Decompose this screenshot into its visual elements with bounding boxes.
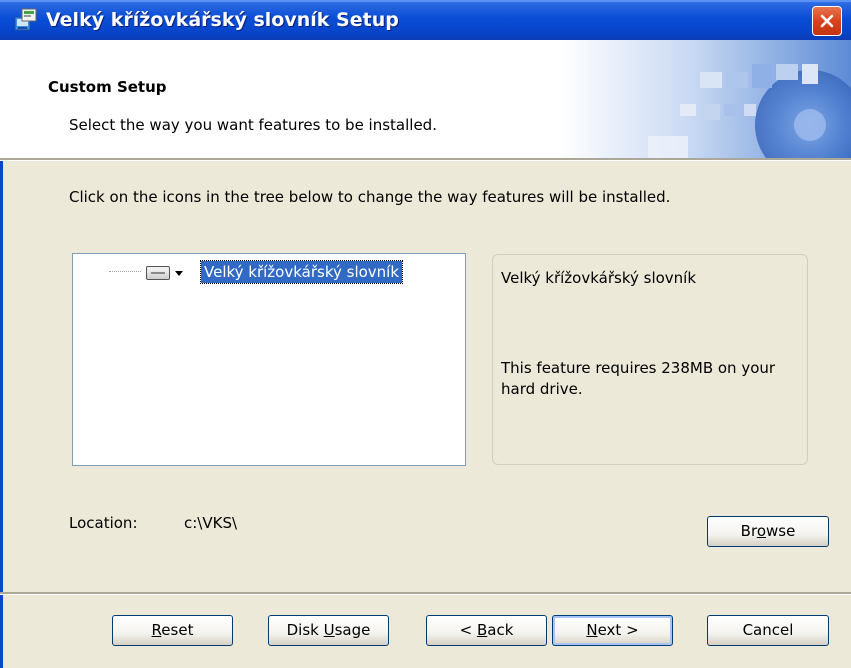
back-button[interactable]: < Back [426, 615, 547, 646]
browse-button[interactable]: Browse [707, 516, 829, 547]
back-label-accel: B [476, 621, 488, 639]
drive-icon [146, 266, 170, 280]
banner: Custom Setup Select the way you want fea… [0, 40, 851, 158]
setup-window: Velký křížovkářský slovník Setup Custom … [0, 0, 851, 668]
instruction-text: Click on the icons in the tree below to … [69, 188, 671, 206]
installer-icon [14, 8, 37, 31]
window-title: Velký křížovkářský slovník Setup [46, 9, 399, 31]
location-label: Location: [69, 514, 138, 532]
disk-usage-label-post: sage [334, 621, 371, 639]
banner-graphic [560, 40, 851, 158]
tree-connector [109, 271, 141, 272]
location-value: c:\VKS\ [184, 514, 238, 532]
page-heading: Custom Setup [48, 78, 167, 96]
cancel-button[interactable]: Cancel [707, 615, 829, 646]
browse-label-pre: Br [740, 522, 757, 540]
back-label-pre: < [459, 621, 477, 639]
tree-item-label[interactable]: Velký křížovkářský slovník [199, 260, 404, 284]
reset-label-accel: R [151, 621, 162, 639]
disk-usage-label-pre: Disk [286, 621, 324, 639]
reset-button[interactable]: Reset [112, 615, 233, 646]
next-label-accel: N [586, 621, 598, 639]
feature-tree[interactable]: Velký křížovkářský slovník [72, 253, 466, 466]
disk-usage-label-accel: U [323, 621, 335, 639]
title-bar[interactable]: Velký křížovkářský slovník Setup [0, 0, 851, 40]
close-button[interactable] [812, 6, 842, 36]
feature-state-dropdown[interactable] [142, 262, 196, 284]
browse-label-accel: o [756, 522, 766, 540]
footer-divider [0, 592, 851, 595]
close-icon [820, 14, 834, 28]
next-label-post: ext > [597, 621, 639, 639]
disk-usage-button[interactable]: Disk Usage [268, 615, 389, 646]
feature-name: Velký křížovkářský slovník [501, 269, 697, 287]
feature-requirement: This feature requires 238MB on your hard… [501, 359, 776, 398]
back-label-post: ack [487, 621, 514, 639]
reset-label-post: eset [161, 621, 194, 639]
browse-label-post: wse [766, 522, 796, 540]
banner-divider [0, 158, 851, 161]
next-button[interactable]: Next > [552, 615, 673, 646]
page-subheading: Select the way you want features to be i… [69, 116, 437, 134]
dropdown-arrow-icon [175, 270, 183, 276]
